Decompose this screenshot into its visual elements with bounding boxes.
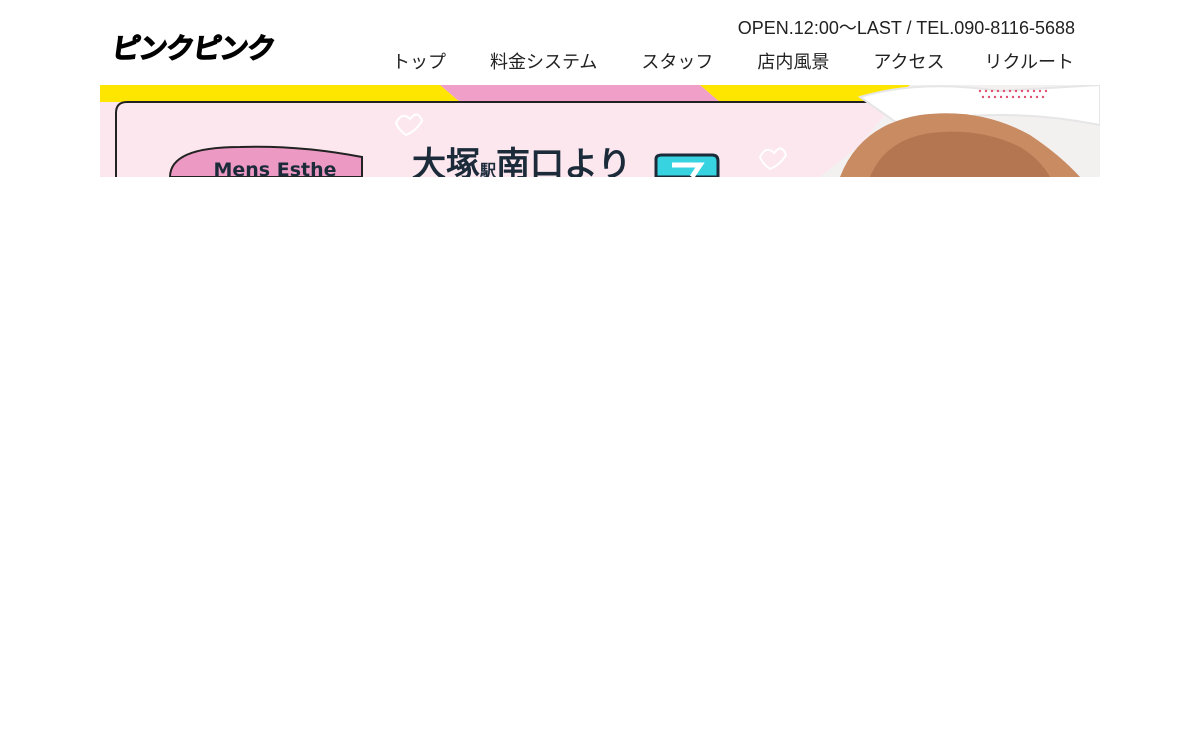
contact-info: OPEN.12:00〜LAST / TEL.090-8116-5688 [737, 18, 1075, 38]
nav-item-interior[interactable]: 店内風景 [757, 51, 829, 75]
badge-text: Mens Esthe [213, 159, 337, 177]
nav-item-staff[interactable]: スタッフ [641, 51, 713, 75]
page: ピンクピンク OPEN.12:00〜LAST / TEL.090-8116-56… [0, 0, 1200, 750]
site-logo[interactable]: ピンクピンク [109, 31, 277, 65]
nav-item-pricing[interactable]: 料金システム [490, 51, 597, 75]
main-nav: トップ 料金システム スタッフ 店内風景 アクセス リクルート [392, 51, 1074, 75]
headline-small: 駅 [480, 161, 497, 177]
headline-main: 大塚 [412, 145, 480, 177]
nav-item-recruit[interactable]: リクルート [985, 51, 1074, 75]
site-header: ピンクピンク OPEN.12:00〜LAST / TEL.090-8116-56… [100, 0, 1100, 85]
headline: 大塚駅南口より [412, 143, 631, 177]
hero-banner[interactable]: Mens Esthe 大塚駅南口より [100, 85, 1100, 177]
nav-item-access[interactable]: アクセス [873, 51, 944, 75]
nav-item-top[interactable]: トップ [392, 51, 446, 75]
headline-rest: 南口より [496, 145, 632, 177]
